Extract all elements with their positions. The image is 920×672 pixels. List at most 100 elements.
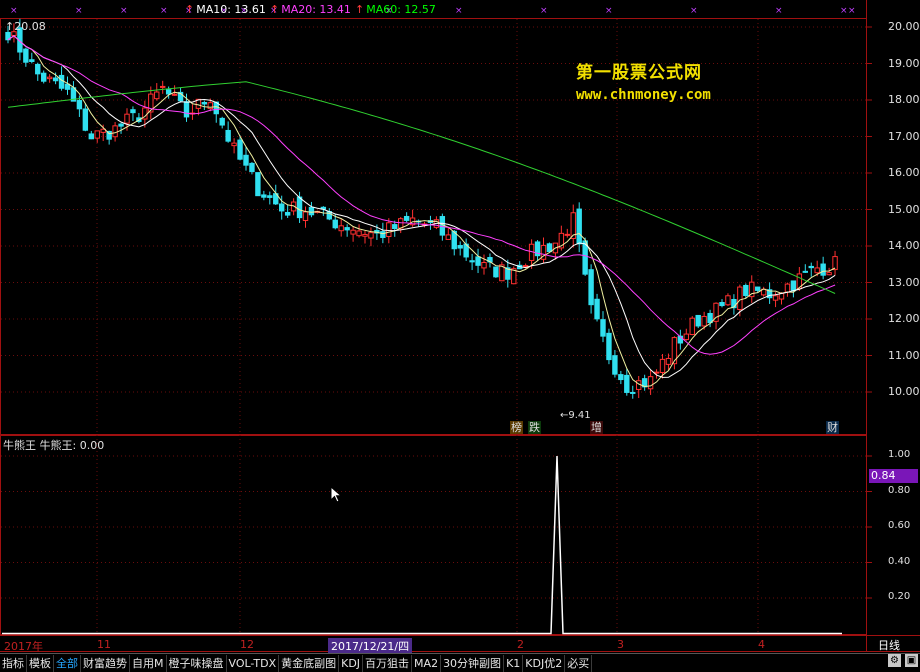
candle-body (802, 270, 808, 273)
tab-bar-icons: ⚙ ▣ (888, 654, 918, 667)
period-high-marker: ↑20.08 (5, 20, 46, 33)
candle-body (362, 233, 368, 237)
candle-body (719, 302, 725, 307)
expand-icon[interactable]: ▣ (905, 654, 918, 667)
tab-12[interactable]: K1 (504, 654, 524, 672)
tab-8[interactable]: KDJ (339, 654, 364, 672)
candle-body (207, 102, 214, 110)
candle-body (481, 262, 487, 269)
date-label-4: 4 (758, 638, 765, 651)
candle-body (255, 172, 261, 197)
period-label[interactable]: 日线 (878, 637, 900, 653)
price-tick-label: 10.00 (888, 385, 920, 398)
signal-tag-bang: 榜 (510, 421, 523, 434)
candle-body (243, 154, 249, 166)
candle-body (58, 74, 65, 89)
candle-body (826, 272, 832, 276)
price-tick-label: 11.00 (888, 348, 920, 362)
candle-body (302, 211, 309, 221)
date-label-selected: 2017/12/21/四 (328, 638, 413, 654)
candle-body (82, 108, 89, 131)
tab-6[interactable]: VOL-TDX (227, 654, 280, 672)
candle-body (35, 63, 41, 75)
candle-body (600, 319, 606, 337)
ma60-legend: ↑ MA60: 12.57 (355, 3, 436, 16)
candle-body (653, 371, 660, 374)
candle-body (790, 280, 797, 292)
chart-settings-icon[interactable]: ⚙ (888, 654, 901, 667)
mouse-pointer-icon (330, 486, 343, 503)
candle-body (392, 224, 398, 230)
indicator-tick-label: 1.00 (888, 449, 911, 460)
candle-body (160, 85, 166, 88)
candle-body (398, 218, 404, 229)
tab-1[interactable]: 模板 (27, 654, 54, 672)
watermark: 第一股票公式网 www.chnmoney.com (576, 58, 711, 103)
candle-body (588, 269, 594, 306)
tab-5[interactable]: 橙子味操盘 (167, 654, 227, 672)
candle-body (665, 357, 672, 365)
indicator-tick-label: 0.80 (888, 484, 911, 496)
candle-body (725, 295, 731, 306)
indicator-tick-label: 0.60 (888, 520, 911, 531)
candle-body (618, 374, 624, 381)
date-label-3: 3 (617, 638, 624, 651)
tab-10[interactable]: MA2 (412, 654, 442, 672)
candle-body (171, 93, 178, 96)
candle-body (814, 267, 820, 274)
candle-body (296, 196, 303, 219)
price-tick-label: 20.00 (888, 20, 920, 33)
candle-body (820, 263, 826, 276)
date-label-2017: 2017年 (4, 640, 43, 653)
price-panel-frame (0, 18, 867, 435)
indicator-panel-frame (0, 435, 867, 635)
candle-body (338, 225, 344, 232)
candle-body (225, 129, 231, 142)
indicator-tick-label: 0.20 (888, 591, 911, 602)
candle-body (695, 314, 701, 327)
tab-4[interactable]: 自用M (130, 654, 167, 672)
candle-body (88, 133, 94, 140)
tab-14[interactable]: 必买 (565, 654, 593, 672)
candle-body (76, 100, 83, 110)
price-tick-label: 13.00 (888, 275, 920, 289)
ma20-line (7, 35, 836, 355)
candle-body (344, 227, 350, 231)
candle-body (332, 219, 338, 229)
candle-body (493, 266, 499, 278)
candle-body (249, 162, 255, 173)
candle-body (219, 117, 225, 126)
tab-0[interactable]: 指标 (0, 654, 27, 672)
candle-body (403, 215, 410, 221)
candle-body (23, 48, 29, 63)
watermark-title: 第一股票公式网 (576, 63, 702, 83)
tab-2[interactable]: 全部 (54, 654, 81, 672)
ma-legend-bar: ↑ MA10: 13.61 ↑ MA20: 13.41 ↑ MA60: 12.57 (0, 0, 868, 18)
signal-tag-cai: 财 (826, 421, 839, 434)
period-low-marker: ←9.41 (560, 410, 591, 421)
tab-7[interactable]: 黄金底副图 (279, 654, 340, 672)
candle-body (522, 265, 529, 268)
cursor-value-badge: 0.84 (869, 469, 918, 483)
candle-body (279, 203, 285, 212)
price-tick-label: 15.00 (888, 202, 920, 216)
candle-body (183, 101, 190, 118)
candle-body (659, 358, 666, 373)
candle-body (308, 206, 315, 216)
candle-body (564, 233, 570, 236)
date-label-12: 12 (240, 638, 254, 651)
tab-13[interactable]: KDJ优2 (523, 654, 566, 672)
candle-body (124, 113, 130, 124)
candle-body (647, 376, 654, 390)
candle-body (689, 317, 695, 336)
price-tick-label: 17.00 (888, 129, 920, 143)
candle-body (118, 123, 124, 127)
price-tick-label: 18.00 (888, 93, 920, 106)
candle-body (112, 125, 118, 138)
tab-9[interactable]: 百万狙击 (363, 654, 413, 672)
candle-body (832, 256, 838, 271)
tab-3[interactable]: 财富趋势 (81, 654, 130, 672)
price-tick-label: 16.00 (888, 166, 920, 179)
tab-11[interactable]: 30分钟副图 (441, 654, 505, 672)
candle-body (469, 260, 475, 263)
